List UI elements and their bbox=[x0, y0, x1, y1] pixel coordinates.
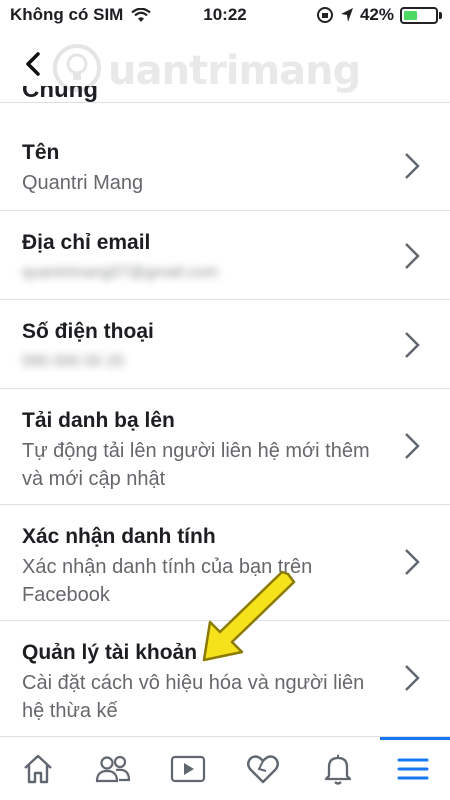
setting-row-upload-contacts[interactable]: Tải danh bạ lên Tự động tải lên người li… bbox=[0, 388, 450, 504]
row-subtitle: Cài đặt cách vô hiệu hóa và người liên h… bbox=[22, 672, 365, 722]
tab-menu[interactable] bbox=[375, 737, 450, 800]
location-arrow-icon bbox=[340, 8, 353, 22]
wifi-icon bbox=[131, 7, 152, 22]
row-title: Số điện thoại bbox=[22, 320, 154, 343]
row-title: Tên bbox=[22, 141, 60, 164]
orientation-lock-icon bbox=[316, 7, 333, 23]
tab-home[interactable] bbox=[0, 737, 75, 800]
active-tab-indicator bbox=[380, 737, 450, 740]
tab-bar bbox=[0, 736, 450, 800]
setting-row-email[interactable]: Địa chỉ email quantrimang07@gmail.com bbox=[0, 210, 450, 299]
home-icon bbox=[23, 754, 52, 783]
chevron-right-icon bbox=[405, 549, 420, 575]
watch-icon bbox=[170, 755, 205, 782]
back-button[interactable] bbox=[16, 46, 52, 82]
row-title: Địa chỉ email bbox=[22, 231, 151, 254]
setting-row-phone[interactable]: Số điện thoại 090 000 00 20 bbox=[0, 299, 450, 388]
chevron-right-icon bbox=[405, 433, 420, 459]
row-subtitle: Tự động tải lên người liên hệ mới thêm v… bbox=[22, 440, 370, 490]
watermark-text: uantrimang bbox=[108, 48, 361, 94]
tab-friends[interactable] bbox=[75, 737, 150, 800]
notifications-bell-icon bbox=[324, 754, 351, 785]
row-title: Tải danh bạ lên bbox=[22, 409, 175, 432]
tab-watch[interactable] bbox=[150, 737, 225, 800]
chevron-right-icon bbox=[405, 665, 420, 691]
carrier-label: Không có SIM bbox=[10, 5, 124, 24]
row-title: Xác nhận danh tính bbox=[22, 525, 216, 548]
row-subtitle: quantrimang07@gmail.com bbox=[22, 264, 218, 281]
status-bar: Không có SIM 10:22 42% bbox=[0, 0, 450, 30]
battery-percent: 42% bbox=[359, 5, 394, 24]
row-subtitle: 090 000 00 20 bbox=[22, 353, 125, 370]
dating-heart-icon bbox=[246, 754, 279, 783]
battery-level bbox=[404, 10, 417, 20]
tab-dating[interactable] bbox=[225, 737, 300, 800]
tab-notifications[interactable] bbox=[300, 737, 375, 800]
chevron-right-icon bbox=[405, 153, 420, 179]
chevron-right-icon bbox=[405, 332, 420, 358]
battery-icon bbox=[400, 6, 438, 24]
chevron-right-icon bbox=[405, 243, 420, 269]
friends-icon bbox=[95, 755, 130, 782]
annotation-arrow-icon bbox=[202, 570, 296, 662]
menu-icon bbox=[397, 758, 428, 779]
row-subtitle: Quantri Mang bbox=[22, 172, 144, 194]
setting-row-name[interactable]: Tên Quantri Mang bbox=[0, 102, 450, 210]
row-title: Quản lý tài khoản bbox=[22, 641, 198, 664]
watermark: uantrimang bbox=[52, 40, 382, 100]
